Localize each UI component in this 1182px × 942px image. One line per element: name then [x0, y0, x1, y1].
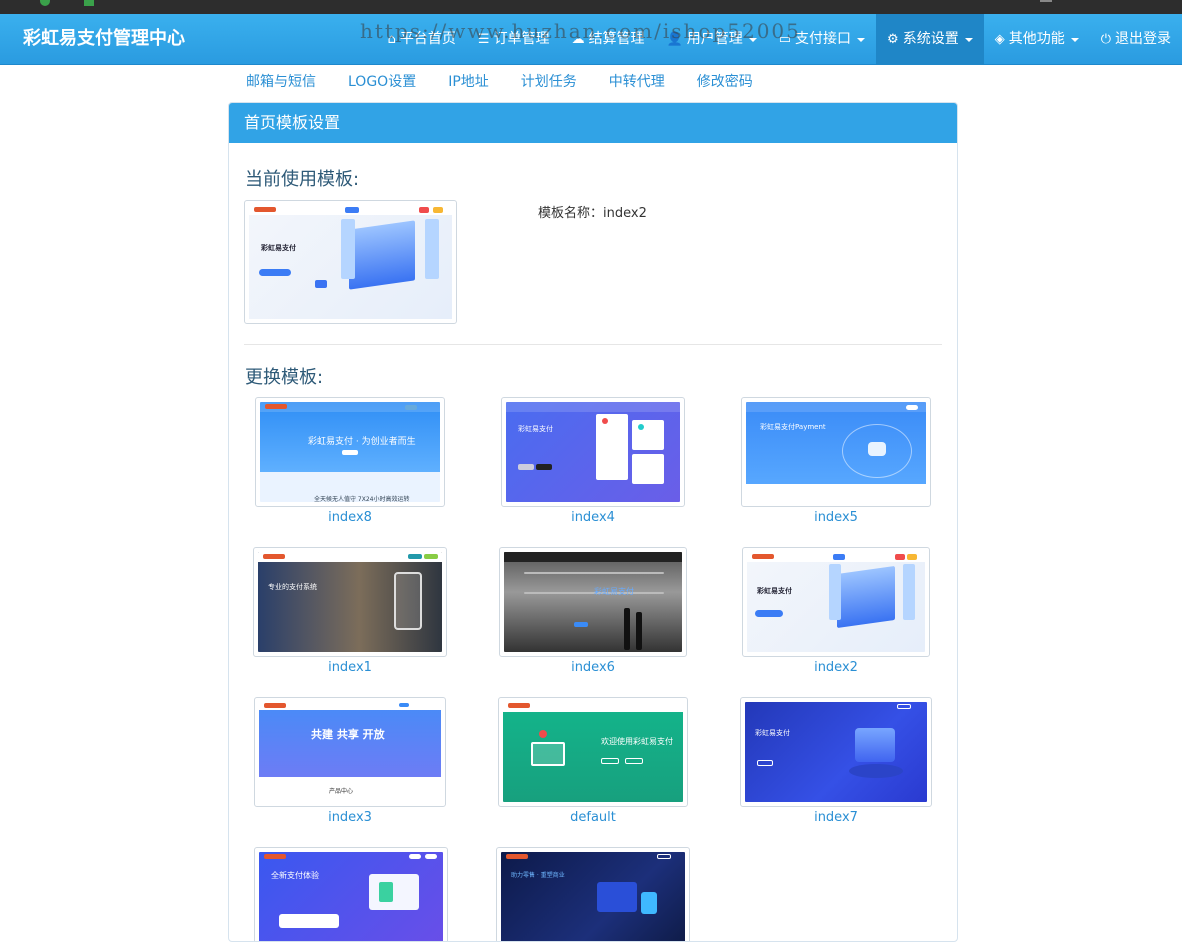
nav-item-label: 其他功能 [1008, 31, 1065, 47]
template-label[interactable]: default [498, 810, 688, 826]
caret-down-icon [1070, 37, 1079, 42]
template-label[interactable]: index4 [501, 510, 685, 526]
subnav-link[interactable]: 中转代理 [593, 66, 681, 98]
nav-item-power[interactable]: ⏻ 退出登录 [1090, 14, 1182, 65]
template-label[interactable]: index6 [499, 660, 687, 676]
subnav-link[interactable]: IP地址 [432, 66, 505, 98]
browser-top-strip [0, 0, 1182, 14]
template-option-index2[interactable]: 彩虹易支付 index2 [742, 547, 930, 676]
template-option-row4-left[interactable]: 全新支付体验 [254, 847, 448, 941]
template-option-index5[interactable]: 彩虹易支付Payment index5 [741, 397, 931, 526]
caret-down-icon [857, 37, 866, 42]
card-icon: ▭ [778, 32, 792, 47]
nav-item-list[interactable]: ☰ 订单管理 [467, 14, 561, 65]
template-option-default[interactable]: 欢迎使用彩虹易支付 default [498, 697, 688, 826]
section-divider [244, 344, 942, 345]
nav-item-label: 结算管理 [588, 31, 645, 47]
nav-item-label: 用户管理 [686, 31, 743, 47]
template-option-index7[interactable]: 彩虹易支付 index7 [740, 697, 932, 826]
template-option-index8[interactable]: 彩虹易支付 · 为创业者而生 全天候无人值守 7X24小时高效运转 index8 [255, 397, 445, 526]
nav-item-label: 支付接口 [795, 31, 852, 47]
power-icon: ⏻ [1100, 32, 1111, 47]
nav-item-gear[interactable]: ⚙ 系统设置 [876, 14, 984, 65]
window-control[interactable] [1040, 0, 1052, 2]
top-navbar: 彩虹易支付管理中心 ⌂ 平台首页 ☰ 订单管理 ☁ 结算管理 👤 用户管理 ▭ 支付接口 ⚙ 系统设置… [0, 14, 1182, 65]
subnav-link[interactable]: LOGO设置 [332, 66, 432, 98]
cube-icon: ◈ [994, 32, 1005, 47]
tab-icon [40, 0, 50, 6]
list-icon: ☰ [477, 32, 490, 47]
user-icon: 👤 [666, 32, 683, 47]
subnav-link[interactable]: 修改密码 [681, 66, 769, 98]
nav-item-cube[interactable]: ◈ 其他功能 [984, 14, 1090, 65]
template-label[interactable]: index5 [741, 510, 931, 526]
tab-icon [84, 0, 94, 6]
subnav-link[interactable]: 计划任务 [505, 66, 593, 98]
nav-item-label: 系统设置 [902, 31, 959, 47]
template-label[interactable]: index1 [253, 660, 447, 676]
nav-item-home[interactable]: ⌂ 平台首页 [377, 14, 467, 65]
current-template-preview: 彩虹易支付 [244, 200, 457, 324]
template-name-value: 模板名称：index2 [538, 206, 647, 221]
current-template-heading: 当前使用模板: [245, 169, 360, 190]
template-label[interactable]: index8 [255, 510, 445, 526]
template-label[interactable]: index7 [740, 810, 932, 826]
home-icon: ⌂ [387, 32, 396, 47]
subnav-link[interactable]: 邮箱与短信 [230, 66, 332, 98]
template-panel: 首页模板设置 当前使用模板: 彩虹易支付 模板名称：index2 更换模板: 彩… [228, 102, 958, 942]
nav-item-cloud[interactable]: ☁ 结算管理 [561, 14, 656, 65]
template-option-index3[interactable]: 共建 共享 开放 产品中心 index3 [254, 697, 446, 826]
template-label[interactable]: index2 [742, 660, 930, 676]
nav-item-label: 退出登录 [1115, 31, 1171, 47]
caret-down-icon [964, 37, 973, 42]
gear-icon: ⚙ [887, 32, 899, 47]
template-label[interactable]: index3 [254, 810, 446, 826]
template-option-index1[interactable]: 专业的支付系统 index1 [253, 547, 447, 676]
main-nav: ⌂ 平台首页 ☰ 订单管理 ☁ 结算管理 👤 用户管理 ▭ 支付接口 ⚙ 系统设置 ◈ 其他功能 ⏻ 退出登录 [377, 14, 1182, 65]
caret-down-icon [748, 37, 757, 42]
panel-title: 首页模板设置 [229, 103, 957, 143]
nav-item-label: 平台首页 [399, 31, 456, 47]
nav-item-label: 订单管理 [493, 31, 550, 47]
change-template-heading: 更换模板: [245, 367, 324, 388]
template-option-index6[interactable]: 彩虹易支付 index6 [499, 547, 687, 676]
settings-subnav: 邮箱与短信 LOGO设置 IP地址 计划任务 中转代理 修改密码 [230, 66, 769, 98]
template-option-index4[interactable]: 彩虹易支付 index4 [501, 397, 685, 526]
nav-item-user[interactable]: 👤 用户管理 [656, 14, 768, 65]
brand-title[interactable]: 彩虹易支付管理中心 [23, 14, 185, 65]
nav-item-card[interactable]: ▭ 支付接口 [768, 14, 876, 65]
cloud-icon: ☁ [571, 32, 585, 47]
template-option-row4-right[interactable]: 助力零售 · 重塑商业 [496, 847, 690, 941]
